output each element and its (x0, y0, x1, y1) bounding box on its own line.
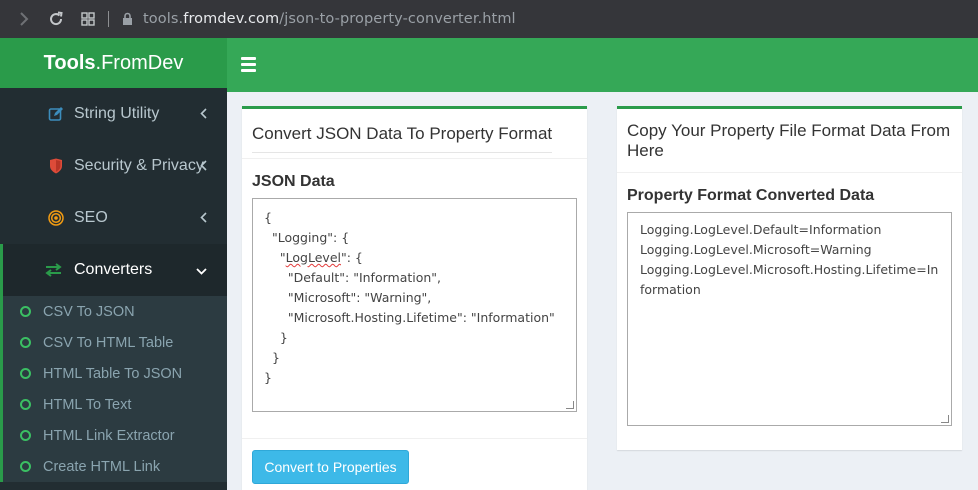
submenu-item-label: Create HTML Link (43, 458, 161, 475)
submenu-item-label: HTML Link Extractor (43, 427, 175, 444)
submenu-item-html-table-to-json[interactable]: HTML Table To JSON (3, 358, 227, 389)
sidebar-item-seo[interactable]: SEO (0, 192, 227, 244)
property-line: formation (640, 282, 701, 297)
json-input-textarea[interactable]: { "Logging": { "LogLevel": { "Default": … (252, 198, 577, 412)
hamburger-menu-icon[interactable] (241, 57, 256, 75)
sidebar-item-security-privacy[interactable]: Security & Privacy (0, 140, 227, 192)
reload-icon[interactable] (40, 0, 72, 38)
convert-to-properties-button[interactable]: Convert to Properties (252, 450, 409, 484)
property-output-panel: Copy Your Property File Format Data From… (617, 106, 962, 450)
lock-icon[interactable] (117, 12, 137, 26)
property-line: Logging.LogLevel.Default=Information (640, 222, 882, 237)
json-line: } (264, 330, 288, 345)
sidebar-item-string-utility[interactable]: String Utility (0, 88, 227, 140)
converters-submenu: CSV To JSON CSV To HTML Table HTML Table… (0, 296, 227, 482)
submenu-item-html-link-extractor[interactable]: HTML Link Extractor (3, 420, 227, 451)
chevron-down-icon (196, 262, 207, 278)
property-output-textarea[interactable]: Logging.LogLevel.Default=Information Logg… (627, 212, 952, 426)
apps-icon[interactable] (72, 0, 104, 38)
circle-icon (20, 399, 31, 410)
sidebar-item-label: SEO (74, 209, 108, 226)
shield-icon (47, 157, 65, 175)
circle-icon (20, 306, 31, 317)
chevron-left-icon (200, 106, 207, 122)
brand-bold: Tools (43, 51, 96, 74)
browser-toolbar: tools.fromdev.com/json-to-property-conve… (0, 0, 978, 38)
resize-handle-icon[interactable] (941, 415, 949, 423)
json-line: { (264, 210, 272, 225)
json-line: } (264, 350, 280, 365)
property-line: Logging.LogLevel.Microsoft.Hosting.Lifet… (640, 262, 939, 277)
target-icon (47, 209, 65, 227)
property-line: Logging.LogLevel.Microsoft=Warning (640, 242, 872, 257)
resize-handle-icon[interactable] (566, 401, 574, 409)
json-line: "Default": "Information", (264, 270, 442, 285)
chevron-left-icon (200, 210, 207, 226)
panel-title-text: Convert JSON Data To Property Format (252, 124, 553, 153)
submenu-item-label: CSV To HTML Table (43, 334, 174, 351)
url-prefix: tools. (143, 11, 184, 27)
json-line: "Logging": { (264, 230, 350, 245)
sidebar-item-label: Converters (74, 261, 153, 278)
circle-icon (20, 461, 31, 472)
address-bar[interactable]: tools.fromdev.com/json-to-property-conve… (143, 11, 516, 27)
sidebar-item-converters[interactable]: Converters (0, 244, 227, 296)
edit-icon (47, 105, 65, 123)
submenu-item-csv-to-json[interactable]: CSV To JSON (3, 296, 227, 327)
json-line: "LogLevel": { (264, 250, 363, 265)
brand-logo[interactable]: Tools .FromDev (0, 38, 227, 88)
submenu-item-label: HTML Table To JSON (43, 365, 183, 382)
json-data-label: JSON Data (252, 173, 335, 190)
chevron-left-icon (200, 158, 207, 174)
url-host: fromdev.com (183, 11, 280, 27)
submenu-item-label: CSV To JSON (43, 303, 135, 320)
panel-title: Convert JSON Data To Property Format (242, 109, 587, 159)
json-line: "Microsoft": "Warning", (264, 290, 432, 305)
circle-icon (20, 368, 31, 379)
submenu-item-label: HTML To Text (43, 396, 132, 413)
panel-footer: Convert to Properties (242, 438, 587, 490)
url-path: /json-to-property-converter.html (279, 11, 516, 27)
json-input-panel: Convert JSON Data To Property Format JSO… (242, 106, 587, 490)
panel-title: Copy Your Property File Format Data From… (617, 109, 962, 173)
sidebar-item-label: Security & Privacy (74, 157, 204, 174)
circle-icon (20, 430, 31, 441)
property-data-label: Property Format Converted Data (627, 187, 875, 204)
circle-icon (20, 337, 31, 348)
submenu-item-html-to-text[interactable]: HTML To Text (3, 389, 227, 420)
json-line: "Microsoft.Hosting.Lifetime": "Informati… (264, 310, 555, 325)
top-header (227, 38, 978, 92)
sidebar-item-label: String Utility (74, 105, 160, 122)
submenu-item-create-html-link[interactable]: Create HTML Link (3, 451, 227, 482)
submenu-item-csv-to-html-table[interactable]: CSV To HTML Table (3, 327, 227, 358)
toolbar-divider (108, 11, 109, 27)
json-line: } (264, 370, 272, 385)
brand-rest: .FromDev (95, 51, 184, 74)
forward-icon[interactable] (8, 0, 40, 38)
exchange-icon (44, 261, 62, 279)
sidebar: Tools .FromDev String Utility Security & … (0, 38, 227, 490)
